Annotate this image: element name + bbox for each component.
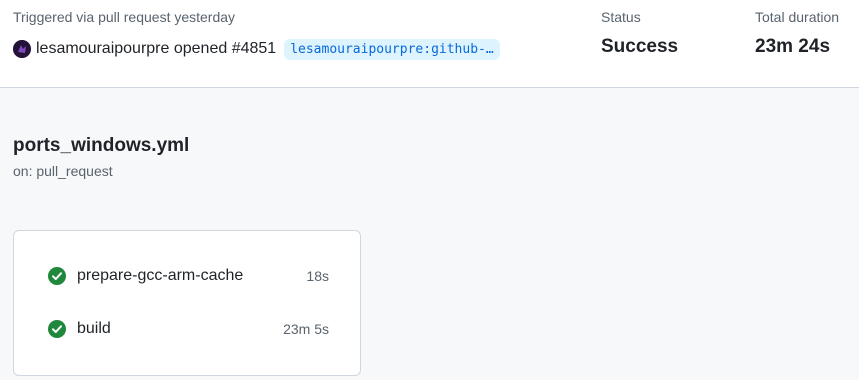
status-value: Success	[601, 36, 679, 57]
job-item[interactable]: prepare-gcc-arm-cache 18s	[48, 265, 329, 287]
job-duration: 18s	[306, 268, 329, 284]
job-name: build	[77, 320, 111, 337]
run-summary-panel: Triggered via pull request yesterday les…	[0, 0, 859, 88]
duration-label: Total duration	[755, 9, 840, 25]
status-column: Status Success	[601, 9, 678, 58]
workflow-trigger: on: pull_request	[13, 163, 113, 179]
job-name: prepare-gcc-arm-cache	[77, 267, 244, 284]
actor-link[interactable]: lesamouraipourpre opened #4851	[36, 40, 276, 58]
avatar[interactable]	[13, 40, 31, 58]
job-duration: 23m 5s	[283, 321, 329, 337]
duration-column: Total duration 23m 24s	[755, 9, 839, 58]
check-circle-icon	[48, 267, 66, 285]
avatar-image-icon	[13, 40, 31, 58]
status-label: Status	[601, 9, 641, 25]
actor-row: lesamouraipourpre opened #4851 lesamoura…	[13, 38, 500, 60]
job-item[interactable]: build 23m 5s	[48, 318, 329, 340]
duration-value: 23m 24s	[755, 36, 831, 57]
check-circle-icon	[48, 320, 66, 338]
jobs-graph-card: prepare-gcc-arm-cache 18s build 23m 5s	[13, 230, 361, 376]
branch-label[interactable]: lesamouraipourpre:github-…	[284, 38, 500, 60]
workflow-name: ports_windows.yml	[13, 135, 190, 156]
trigger-description: Triggered via pull request yesterday	[13, 9, 236, 25]
